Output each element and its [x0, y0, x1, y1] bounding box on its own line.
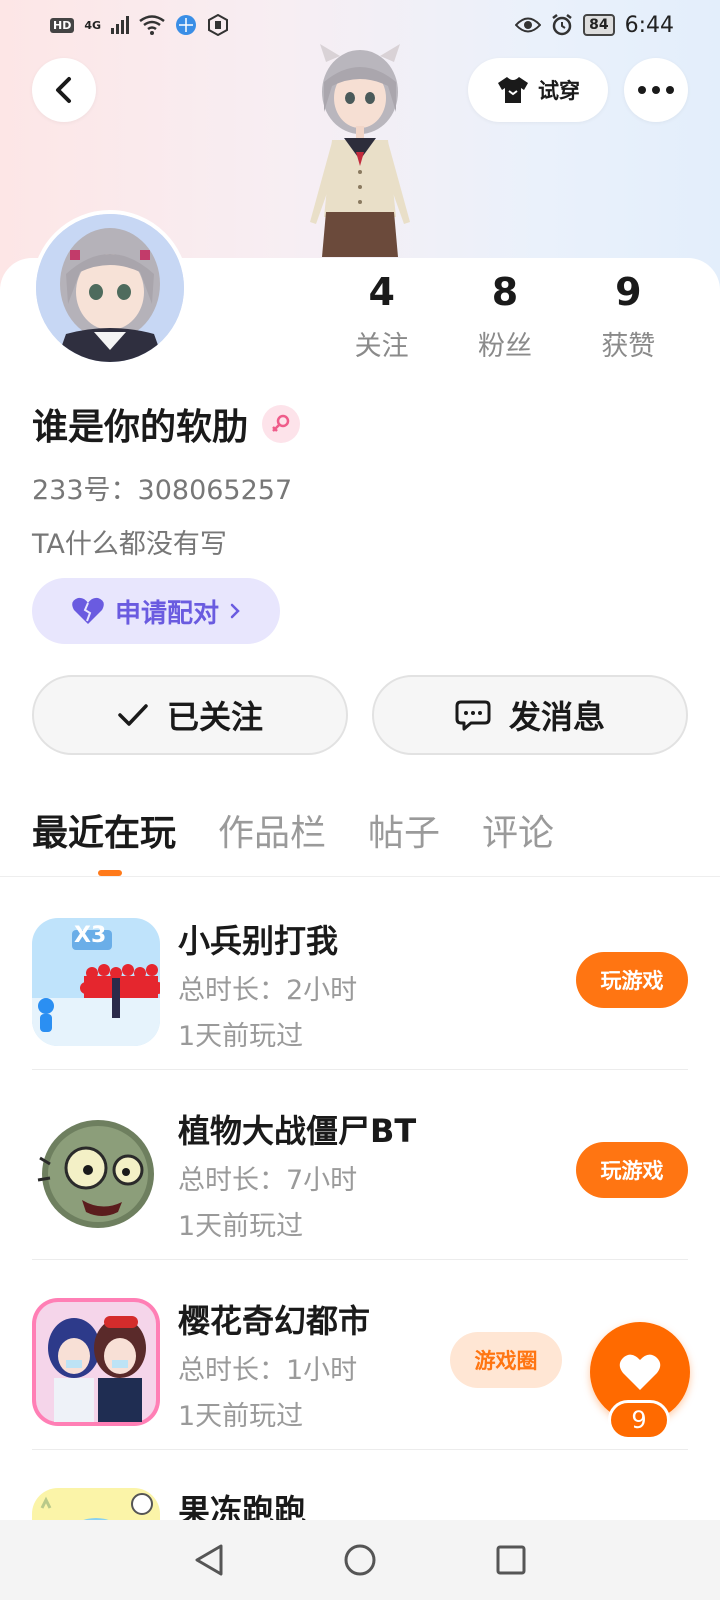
profile-name-row: 谁是你的软肋 [32, 398, 301, 450]
back-button[interactable] [32, 58, 96, 122]
eye-icon [515, 17, 542, 33]
chevron-right-icon [230, 603, 240, 619]
avatar[interactable] [32, 210, 188, 366]
hd-badge: HD [50, 17, 75, 33]
alarm-icon [552, 14, 572, 36]
play-game-button[interactable]: 玩游戏 [576, 1142, 688, 1198]
stat-followers-count: 8 [491, 270, 519, 314]
stat-likes[interactable]: 9 获赞 [567, 268, 690, 363]
recents-square-icon[interactable] [495, 1544, 527, 1576]
try-on-button[interactable]: 试穿 [468, 58, 608, 122]
game-icon-zombie [32, 1108, 160, 1236]
game-list-item[interactable]: 小兵别打我 总时长：2小时 1天前玩过 玩游戏 [32, 880, 688, 1070]
checkmark-icon [118, 704, 148, 726]
profile-stats: 4 关注 8 粉丝 9 获赞 [320, 268, 690, 363]
game-list-item[interactable]: 植物大战僵尸BT 总时长：7小时 1天前玩过 玩游戏 [32, 1070, 688, 1260]
game-list-item[interactable]: 樱花奇幻都市 总时长：1小时 1天前玩过 游戏圈 [32, 1260, 688, 1450]
game-name: 樱花奇幻都市 [178, 1302, 371, 1340]
heart-icon [619, 1354, 661, 1390]
stat-following[interactable]: 4 关注 [320, 268, 443, 363]
more-options-button[interactable] [624, 58, 688, 122]
chat-bubble-icon [455, 700, 491, 731]
user-id: 233号：308065257 [32, 475, 293, 506]
game-name: 果冻跑跑 [178, 1492, 307, 1520]
tabs-divider [0, 876, 720, 877]
following-button[interactable]: 已关注 [32, 675, 348, 755]
game-last-played: 1天前玩过 [178, 1021, 304, 1052]
send-message-label: 发消息 [508, 698, 605, 736]
game-circle-button[interactable]: 游戏圈 [450, 1332, 562, 1388]
game-last-played: 1天前玩过 [178, 1211, 304, 1242]
game-icon-multiplier-badge: X3 [74, 923, 106, 946]
avatar-character-figure [310, 44, 410, 257]
stat-followers-label: 粉丝 [477, 331, 532, 362]
tab-comments[interactable]: 评论 [482, 808, 554, 860]
try-on-label: 试穿 [538, 79, 580, 103]
multiplier-text: X3 [74, 923, 106, 946]
like-count-badge: 9 [608, 1400, 670, 1440]
profile-tabs: 最近在玩 作品栏 帖子 评论 [32, 808, 554, 860]
tab-recently-played[interactable]: 最近在玩 [32, 808, 176, 860]
apply-pairing-button[interactable]: 申请配对 [32, 578, 280, 644]
system-navigation-bar [0, 1520, 720, 1600]
battery-indicator: 84 [583, 14, 615, 36]
browser-icon [176, 15, 197, 35]
following-label: 已关注 [166, 698, 263, 736]
clock: 6:44 [624, 12, 674, 38]
signal-icon [111, 16, 130, 34]
female-gender-icon [262, 405, 301, 443]
play-game-button[interactable]: 玩游戏 [576, 952, 688, 1008]
game-playtime: 总时长：2小时 [178, 975, 358, 1006]
game-list-item[interactable]: 果冻跑跑 [32, 1450, 688, 1520]
stat-likes-count: 9 [615, 270, 642, 314]
more-dots-icon [638, 86, 674, 94]
avatar-image [36, 214, 184, 362]
apply-pairing-label: 申请配对 [114, 598, 219, 629]
game-icon-jelly-run [32, 1488, 160, 1520]
stat-following-count: 4 [368, 270, 395, 314]
hexagon-app-icon [208, 14, 229, 36]
broken-heart-icon [72, 597, 104, 624]
back-triangle-icon[interactable] [193, 1543, 225, 1577]
stat-followers[interactable]: 8 粉丝 [443, 268, 566, 363]
game-name: 小兵别打我 [178, 922, 339, 960]
user-bio: TA什么都没有写 [32, 529, 227, 560]
wifi-icon [139, 15, 165, 35]
profile-name: 谁是你的软肋 [32, 407, 249, 448]
tab-works[interactable]: 作品栏 [218, 808, 326, 860]
game-playtime: 总时长：7小时 [178, 1165, 358, 1196]
stat-following-label: 关注 [354, 331, 409, 362]
tshirt-icon [498, 77, 528, 103]
game-playtime: 总时长：1小时 [178, 1355, 358, 1386]
tab-posts[interactable]: 帖子 [368, 808, 440, 860]
game-name: 植物大战僵尸BT [178, 1112, 417, 1150]
stat-likes-label: 获赞 [601, 331, 656, 362]
send-message-button[interactable]: 发消息 [372, 675, 688, 755]
chevron-left-icon [56, 77, 71, 103]
home-circle-icon[interactable] [343, 1543, 377, 1577]
game-icon-sakura-city [32, 1298, 160, 1426]
game-last-played: 1天前玩过 [178, 1401, 304, 1432]
network-type: 4G [84, 18, 102, 32]
